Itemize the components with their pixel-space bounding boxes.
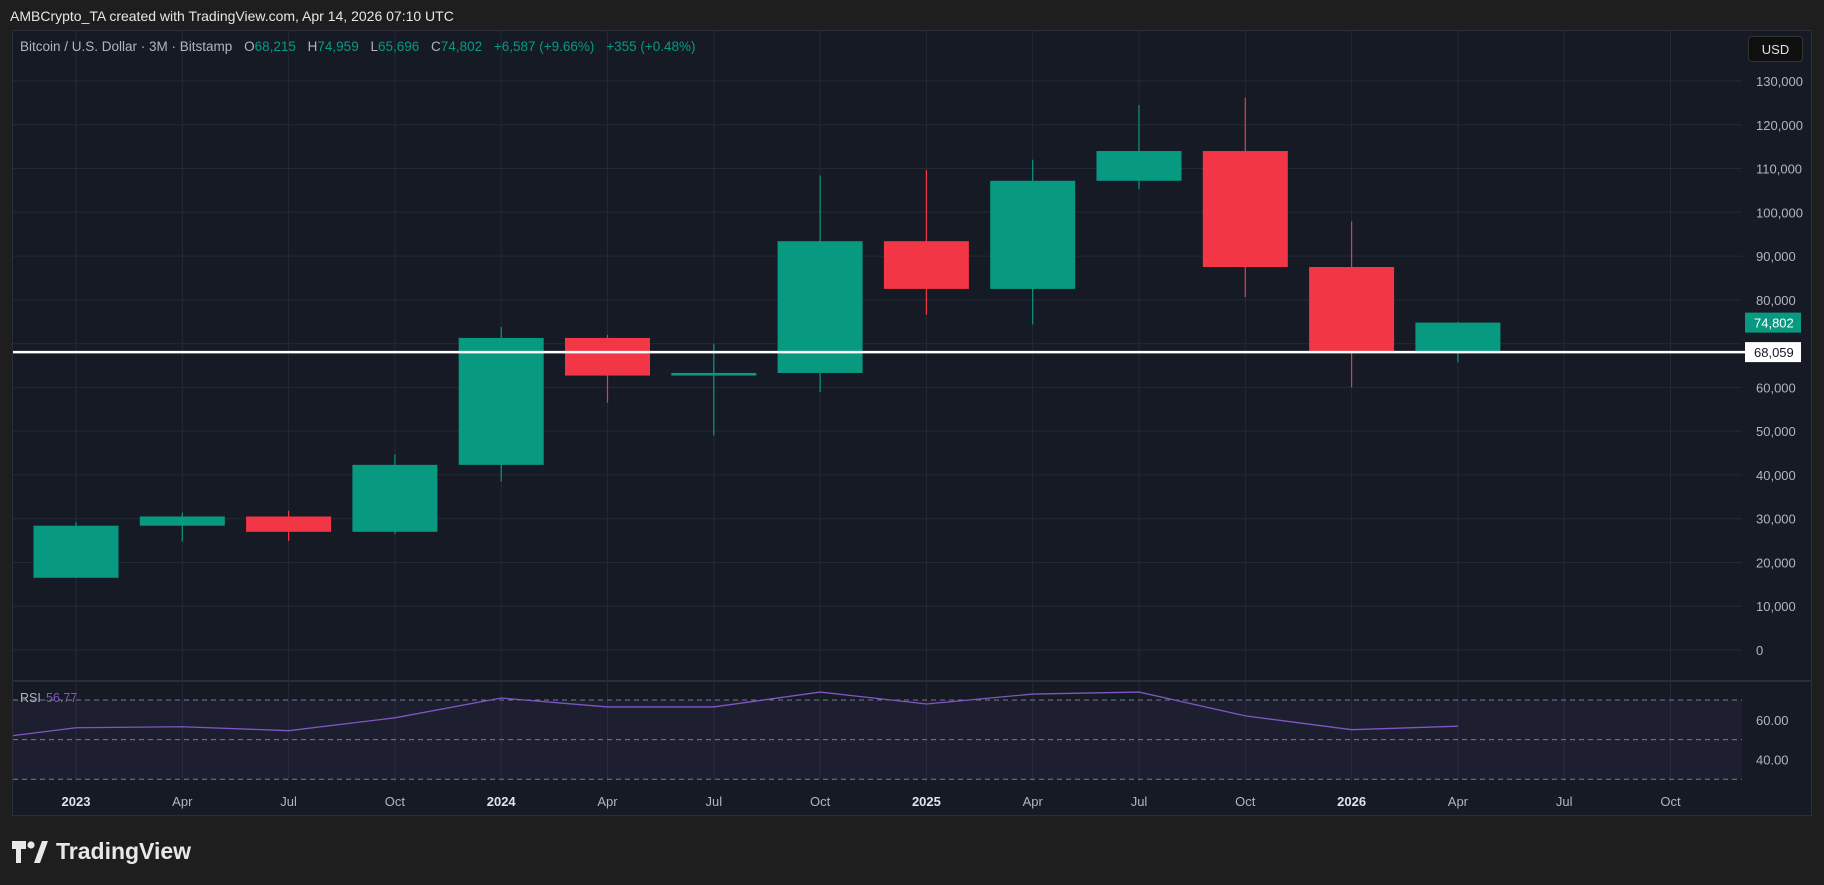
tradingview-logo-icon: [12, 840, 48, 863]
x-tick-label: Jul: [1131, 794, 1148, 809]
y-tick-label: 50,000: [1756, 424, 1796, 439]
extra-change-value: +355 (+0.48%): [606, 39, 696, 54]
low-value: 65,696: [377, 39, 420, 54]
high-label: H: [307, 39, 318, 54]
y-tick-label: 40,000: [1756, 468, 1796, 483]
change-value: +6,587 (+9.66%): [493, 39, 595, 54]
rsi-value: 56.77: [46, 691, 77, 705]
open-label: O: [244, 39, 255, 54]
y-tick-label: 80,000: [1756, 293, 1796, 308]
rsi-label: RSI: [20, 691, 41, 705]
brand-name: TradingView: [56, 838, 192, 864]
y-tick-label: 30,000: [1756, 512, 1796, 527]
low-label: L: [370, 39, 378, 54]
x-tick-label: 2026: [1337, 794, 1366, 809]
last-price-label: 74,802: [1754, 316, 1794, 331]
tradingview-logo[interactable]: TradingView: [12, 838, 191, 865]
y-tick-label: 0: [1756, 643, 1763, 658]
x-tick-label: 2025: [912, 794, 941, 809]
y-tick-label: 60,000: [1756, 380, 1796, 395]
candle-up: [458, 337, 544, 465]
x-tick-label: Oct: [1660, 794, 1681, 809]
close-value: 74,802: [440, 39, 483, 54]
y-tick-label: 20,000: [1756, 555, 1796, 570]
candle-down: [1202, 151, 1288, 268]
x-tick-label: Jul: [280, 794, 297, 809]
symbol-legend: Bitcoin / U.S. Dollar · 3M · Bitstamp O6…: [20, 39, 696, 54]
y-tick-label: 110,000: [1756, 162, 1802, 177]
x-tick-label: Apr: [597, 794, 618, 809]
x-tick-label: Jul: [1556, 794, 1573, 809]
x-tick-label: Oct: [385, 794, 406, 809]
symbol-title[interactable]: Bitcoin / U.S. Dollar · 3M · Bitstamp: [20, 39, 232, 54]
rsi-tick-label: 40.00: [1756, 752, 1789, 767]
x-tick-label: Jul: [705, 794, 722, 809]
x-tick-label: Oct: [810, 794, 831, 809]
x-tick-label: Oct: [1235, 794, 1256, 809]
x-tick-label: 2023: [62, 794, 91, 809]
candle-down: [883, 241, 969, 289]
currency-button[interactable]: USD: [1748, 36, 1803, 62]
x-tick-label: Apr: [1448, 794, 1469, 809]
x-tick-label: 2024: [487, 794, 517, 809]
x-tick-label: Apr: [172, 794, 193, 809]
candle-up: [671, 372, 757, 376]
x-tick-label: Apr: [1023, 794, 1044, 809]
candle-up: [33, 525, 119, 578]
candle-down: [246, 516, 332, 532]
y-tick-label: 90,000: [1756, 249, 1796, 264]
candle-down: [1309, 267, 1395, 352]
y-tick-label: 130,000: [1756, 74, 1803, 89]
y-tick-label: 10,000: [1756, 599, 1796, 614]
candle-up: [352, 464, 438, 532]
candle-up: [1415, 322, 1501, 352]
candle-up: [1096, 151, 1182, 181]
chart-canvas[interactable]: 2023 Apr Jul Oct 2024 Apr Jul Oct 2025 Apr Jul Oct 2…: [0, 0, 1824, 885]
candle-up: [990, 180, 1076, 289]
high-value: 74,959: [317, 39, 359, 54]
open-value: 68,215: [254, 39, 296, 54]
close-label: C: [431, 39, 441, 54]
rsi-tick-label: 60.00: [1756, 713, 1789, 728]
y-tick-label: 100,000: [1756, 205, 1803, 220]
candle-down: [565, 337, 650, 376]
horizontal-line-label: 68,059: [1754, 345, 1794, 360]
candle-up: [139, 516, 225, 526]
y-tick-label: 120,000: [1756, 118, 1803, 133]
